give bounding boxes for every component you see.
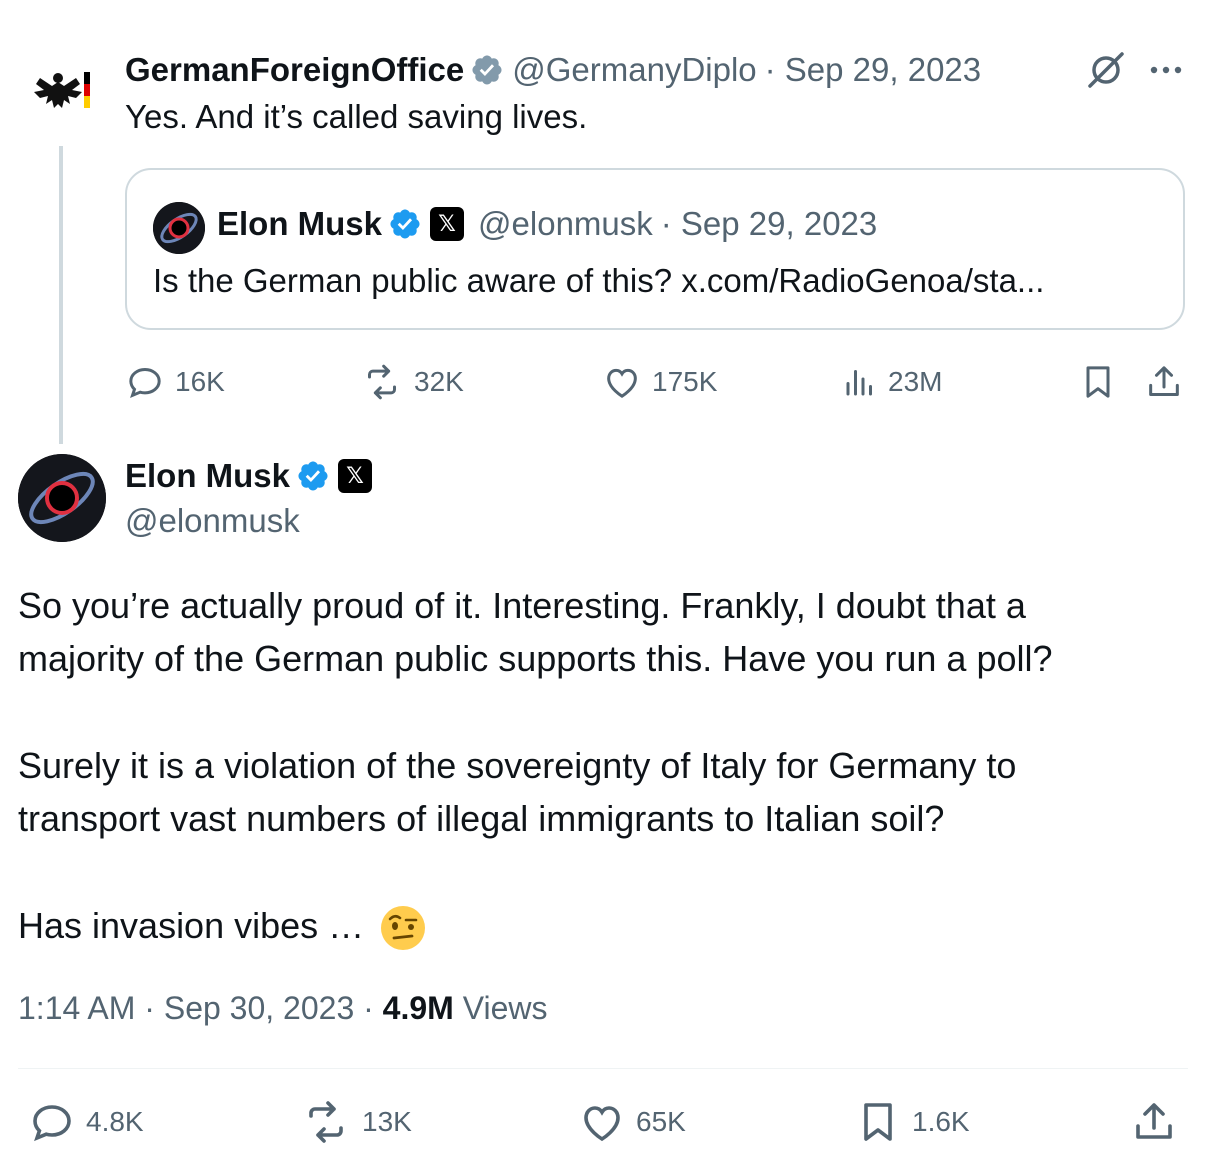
repost-count: 13K	[362, 1106, 412, 1137]
share-icon	[1149, 366, 1179, 396]
tweet-body-line: Surely it is a violation of the sovereig…	[18, 745, 1017, 786]
parent-author-name[interactable]: GermanForeignOffice	[125, 51, 464, 89]
tweet-date[interactable]: Sep 30, 2023	[164, 990, 354, 1026]
bookmark-icon	[864, 1103, 892, 1141]
x-affiliation-icon[interactable]: 𝕏	[338, 459, 373, 493]
tweet-body-last-line: Has invasion vibes …	[18, 905, 426, 951]
german-foreign-office-avatar[interactable]	[18, 48, 106, 136]
like-count: 65K	[636, 1106, 686, 1137]
thread-connector-line	[59, 146, 63, 444]
elon-musk-avatar[interactable]	[18, 454, 106, 542]
views-icon	[846, 370, 872, 396]
reply-icon	[129, 367, 161, 398]
like-count: 175K	[652, 366, 718, 397]
bookmark-icon	[1086, 366, 1110, 398]
quoted-author-name[interactable]: Elon Musk	[217, 205, 382, 243]
share-icon	[1136, 1103, 1172, 1139]
quoted-author-handle[interactable]: @elonmusk	[478, 205, 653, 243]
repost-count: 32K	[414, 366, 464, 397]
bookmark-button[interactable]: 1.6K	[854, 1098, 970, 1146]
quoted-tweet-text: Is the German public aware of this? x.co…	[153, 262, 1045, 299]
tweet-body-line: So you’re actually proud of it. Interest…	[18, 585, 1026, 626]
views-count: 23M	[888, 366, 943, 397]
verified-badge-icon[interactable]	[296, 459, 330, 493]
like-button[interactable]: 175K	[602, 362, 717, 402]
grok-icon[interactable]	[1084, 50, 1128, 90]
tweet-body-line: majority of the German public supports t…	[18, 638, 1053, 679]
quoted-tweet-card[interactable]: Elon Musk 𝕏 @elonmusk · Sep 29, 2023 Is …	[125, 168, 1185, 330]
parent-tweet-date[interactable]: · Sep 29, 2023	[765, 51, 982, 89]
tweet-time[interactable]: 1:14 AM	[18, 990, 135, 1026]
reply-icon	[33, 1105, 71, 1142]
reply-button[interactable]: 16K	[125, 362, 225, 402]
views-count: 4.9M	[382, 990, 454, 1026]
parent-author-handle[interactable]: @GermanyDiplo	[512, 51, 756, 89]
reply-count: 16K	[175, 366, 225, 397]
tweet-metadata: 1:14 AM · Sep 30, 2023 · 4.9M Views	[18, 990, 548, 1026]
quoted-tweet-header: Elon Musk 𝕏 @elonmusk · Sep 29, 2023	[217, 204, 877, 244]
like-icon	[584, 1106, 620, 1142]
bookmark-count: 1.6K	[912, 1106, 970, 1137]
main-author-name[interactable]: Elon Musk	[125, 457, 290, 495]
more-options-icon[interactable]	[1144, 50, 1188, 90]
raised-eyebrow-emoji	[380, 905, 426, 951]
parent-tweet-text: Yes. And it’s called saving lives.	[125, 98, 588, 135]
share-button[interactable]	[1144, 362, 1194, 402]
main-tweet-header: Elon Musk 𝕏	[125, 456, 386, 496]
views-button[interactable]: 23M	[842, 362, 942, 402]
like-icon	[607, 368, 637, 398]
repost-icon	[368, 364, 396, 400]
tweet-body-line: Has invasion vibes …	[18, 905, 365, 946]
tweet-body-line: transport vast numbers of illegal immigr…	[18, 798, 945, 839]
divider	[18, 1068, 1188, 1069]
repost-icon	[309, 1101, 343, 1143]
repost-button[interactable]: 32K	[360, 362, 464, 402]
bookmark-button[interactable]	[1078, 362, 1128, 402]
reply-count: 4.8K	[86, 1106, 144, 1137]
main-author-handle[interactable]: @elonmusk	[125, 502, 300, 540]
quoted-author-avatar[interactable]	[153, 202, 205, 254]
quoted-tweet-date[interactable]: · Sep 29, 2023	[661, 205, 878, 243]
verified-badge-icon[interactable]	[470, 53, 504, 87]
x-affiliation-icon[interactable]: 𝕏	[430, 207, 465, 241]
reply-button[interactable]: 4.8K	[28, 1098, 144, 1146]
share-button[interactable]	[1130, 1098, 1188, 1146]
like-button[interactable]: 65K	[578, 1098, 686, 1146]
parent-tweet-header: GermanForeignOffice @GermanyDiplo · Sep …	[125, 50, 981, 90]
views-label: Views	[462, 990, 548, 1026]
verified-badge-icon[interactable]	[388, 207, 422, 241]
repost-button[interactable]: 13K	[300, 1098, 412, 1146]
